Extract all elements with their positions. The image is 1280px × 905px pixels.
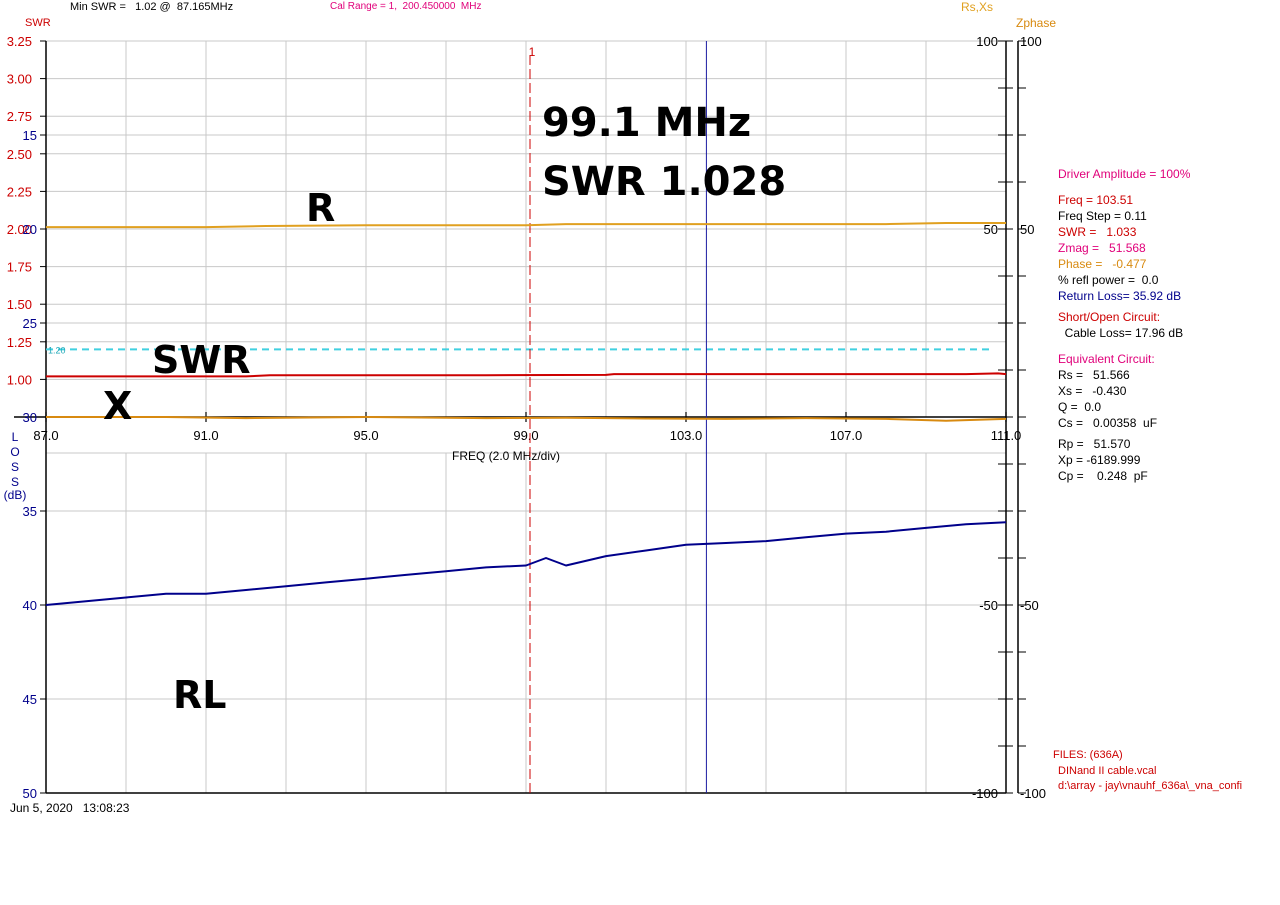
loss-tick-label: 20 bbox=[23, 222, 37, 237]
rs-xs-tick-label: -100 bbox=[972, 786, 998, 801]
readout-xs: Xs = -0.430 bbox=[1058, 384, 1127, 398]
loss-tick-label: 35 bbox=[23, 504, 37, 519]
loss-axis-label-char: S bbox=[11, 475, 19, 489]
readout-freq-step: Freq Step = 0.11 bbox=[1058, 209, 1147, 223]
zphase-tick-label: 50 bbox=[1020, 222, 1034, 237]
rs-xs-tick-label: -50 bbox=[979, 598, 998, 613]
files-title: FILES: (636A) bbox=[1053, 749, 1123, 761]
r-trace-label: R bbox=[306, 186, 336, 230]
swr-tick-label: 2.50 bbox=[7, 147, 32, 162]
readout-q: Q = 0.0 bbox=[1058, 400, 1102, 414]
loss-tick-label: 40 bbox=[23, 598, 37, 613]
rs-xs-tick-label: 50 bbox=[984, 222, 998, 237]
file-path: d:\array - jay\vnauhf_636a\_vna_confi bbox=[1058, 780, 1243, 792]
short-open-title: Short/Open Circuit: bbox=[1058, 310, 1161, 324]
swr-tick-label: 1.25 bbox=[7, 335, 32, 350]
freq-tick-label: 91.0 bbox=[193, 428, 218, 443]
freq-tick-label: 87.0 bbox=[33, 428, 58, 443]
readout-phase: Phase = -0.477 bbox=[1058, 257, 1147, 271]
loss-tick-label: 30 bbox=[23, 410, 37, 425]
freq-tick-label: 111.0 bbox=[991, 428, 1022, 443]
zphase-axis-title: Zphase bbox=[1016, 16, 1057, 30]
readout-rp: Rp = 51.570 bbox=[1058, 437, 1131, 451]
readout-cable-loss: Cable Loss= 17.96 dB bbox=[1058, 326, 1184, 340]
min-swr-readout: Min SWR = 1.02 @ 87.165MHz bbox=[70, 1, 234, 13]
loss-axis-label-char: (dB) bbox=[4, 488, 27, 502]
freq-tick-label: 99.0 bbox=[513, 428, 538, 443]
zphase-tick-label: -100 bbox=[1020, 786, 1046, 801]
loss-tick-label: 15 bbox=[23, 128, 37, 143]
swr-tick-label: 2.25 bbox=[7, 184, 32, 199]
readout-rs: Rs = 51.566 bbox=[1058, 368, 1130, 382]
loss-axis-label-char: L bbox=[12, 430, 19, 444]
swr-tick-label: 3.25 bbox=[7, 34, 32, 49]
swr-axis-title: SWR bbox=[25, 17, 51, 29]
rl-trace-label: RL bbox=[173, 673, 227, 717]
zphase-tick-label: 100 bbox=[1020, 34, 1042, 49]
swr-reference-label: 1.20 bbox=[48, 345, 66, 355]
readout-swr: SWR = 1.033 bbox=[1058, 225, 1137, 239]
swr-tick-label: 2.75 bbox=[7, 109, 32, 124]
marker-swr-annotation: SWR 1.028 bbox=[542, 159, 787, 205]
readout-refl-power: % refl power = 0.0 bbox=[1058, 273, 1159, 287]
equivalent-circuit-title: Equivalent Circuit: bbox=[1058, 352, 1155, 366]
freq-axis-title: FREQ (2.0 MHz/div) bbox=[452, 449, 560, 463]
swr-trace-label: SWR bbox=[152, 338, 251, 382]
swr-tick-label: 1.50 bbox=[7, 297, 32, 312]
readout-return-loss: Return Loss= 35.92 dB bbox=[1058, 289, 1182, 303]
rs-xs-tick-label: 100 bbox=[976, 34, 998, 49]
driver-amplitude: Driver Amplitude = 100% bbox=[1058, 167, 1191, 181]
freq-tick-label: 107.0 bbox=[830, 428, 863, 443]
loss-tick-label: 25 bbox=[23, 316, 37, 331]
swr-tick-label: 1.75 bbox=[7, 260, 32, 275]
readout-xp: Xp = -6189.999 bbox=[1058, 453, 1141, 467]
timestamp: Jun 5, 2020 13:08:23 bbox=[10, 801, 130, 815]
marker-freq-annotation: 99.1 MHz bbox=[542, 100, 752, 146]
swr-tick-label: 1.00 bbox=[7, 372, 32, 387]
readout-cs: Cs = 0.00358 uF bbox=[1058, 416, 1158, 430]
loss-axis-label-char: S bbox=[11, 460, 19, 474]
rs-xs-axis-title: Rs,Xs bbox=[961, 0, 994, 14]
readout-cp: Cp = 0.248 pF bbox=[1058, 469, 1148, 483]
cal-range-readout: Cal Range = 1, 200.450000 MHz bbox=[330, 1, 482, 12]
marker-label: 1 bbox=[529, 45, 536, 59]
readout-freq: Freq = 103.51 bbox=[1058, 193, 1134, 207]
freq-tick-label: 103.0 bbox=[670, 428, 703, 443]
x-trace-label: X bbox=[103, 384, 133, 428]
freq-tick-label: 95.0 bbox=[353, 428, 378, 443]
loss-tick-label: 45 bbox=[23, 692, 37, 707]
readout-zmag: Zmag = 51.568 bbox=[1058, 241, 1146, 255]
file-cal-name: DINand II cable.vcal bbox=[1058, 765, 1157, 777]
loss-axis-label-char: O bbox=[10, 445, 19, 459]
loss-tick-label: 50 bbox=[23, 786, 37, 801]
swr-tick-label: 3.00 bbox=[7, 72, 32, 87]
zphase-tick-label: -50 bbox=[1020, 598, 1039, 613]
